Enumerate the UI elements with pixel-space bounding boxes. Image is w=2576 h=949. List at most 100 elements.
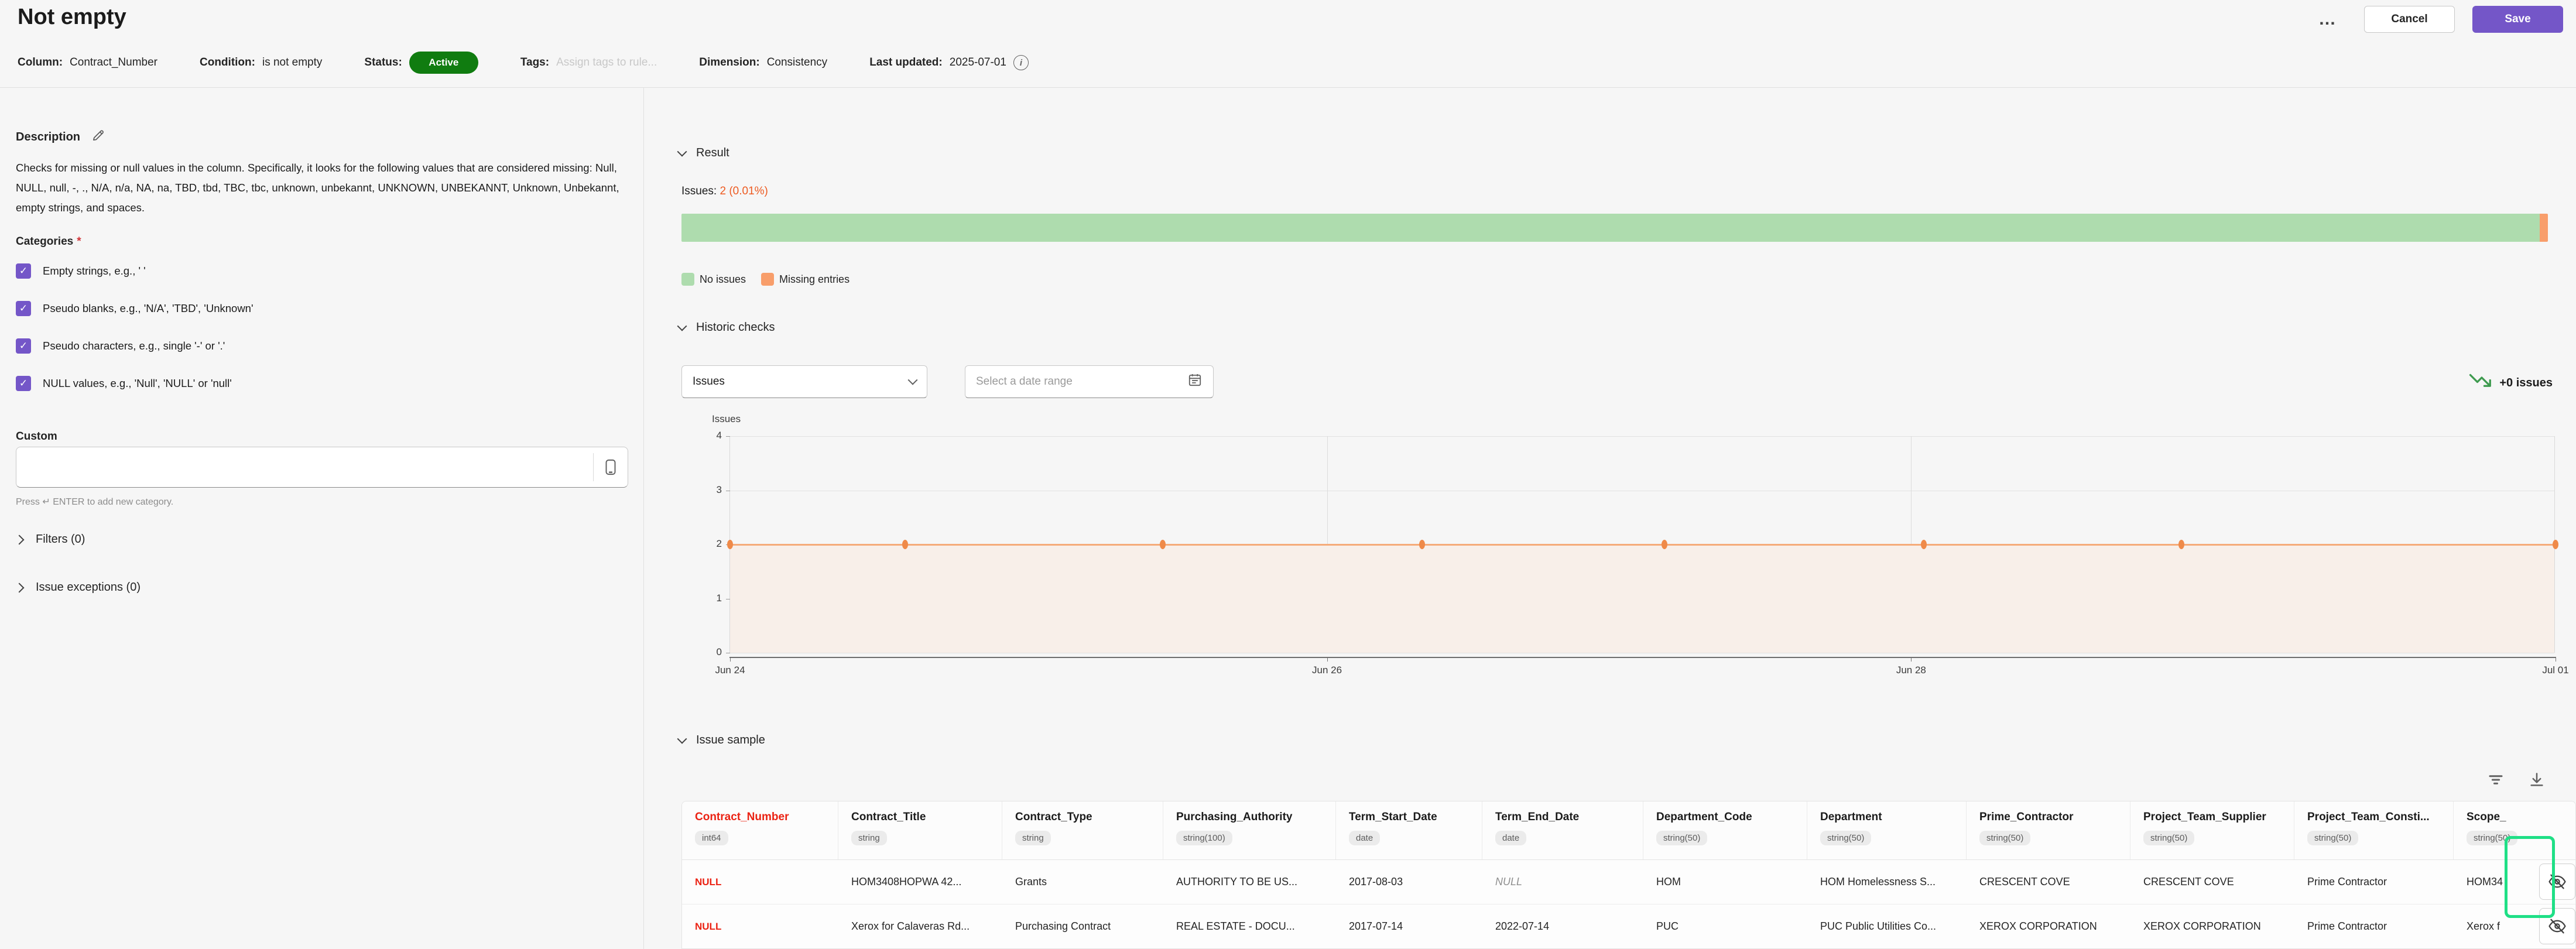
issue-exceptions-toggle[interactable]: Issue exceptions (0) — [16, 581, 141, 594]
column-name: Contract_Type — [1015, 811, 1163, 824]
legend-swatch — [681, 273, 694, 286]
column-type-badge: string(50) — [2467, 831, 2517, 845]
column-type-badge: string(50) — [2307, 831, 2358, 845]
eye-off-icon — [2547, 872, 2567, 892]
download-icon[interactable] — [2524, 767, 2550, 793]
data-point-marker — [1160, 540, 1166, 549]
pencil-icon[interactable] — [91, 128, 106, 146]
y-tick — [726, 436, 730, 437]
issues-summary: Issues: 2 (0.01%) — [681, 185, 768, 198]
table-cell: NULL — [1482, 860, 1643, 904]
category-checkbox[interactable]: ✓ — [16, 301, 31, 316]
x-axis-line — [729, 657, 2556, 658]
custom-category-field[interactable] — [16, 447, 593, 487]
data-point-marker — [2178, 540, 2184, 549]
custom-label: Custom — [16, 430, 57, 443]
data-point-marker — [2553, 540, 2558, 549]
save-button[interactable]: Save — [2472, 6, 2563, 33]
issues-value: 2 (0.01%) — [720, 185, 768, 197]
category-label: Empty strings, e.g., ' ' — [43, 265, 146, 277]
issue-sample-table: Contract_Numberint64Contract_Titlestring… — [681, 801, 2576, 949]
filter-icon[interactable] — [2483, 767, 2509, 793]
column-name: Department_Code — [1656, 811, 1807, 824]
category-row: ✓Pseudo characters, e.g., single '-' or … — [16, 338, 254, 354]
column-header[interactable]: Contract_Titlestring — [838, 801, 1002, 859]
table-cell: Grants — [1002, 860, 1163, 904]
custom-category-input[interactable] — [16, 447, 628, 488]
table-toolbar — [2483, 767, 2550, 793]
data-point-marker — [1419, 540, 1425, 549]
y-axis-title: Issues — [712, 413, 741, 425]
trend-summary: +0 issues — [2468, 372, 2553, 393]
more-options-button[interactable]: … — [2318, 6, 2337, 32]
category-checkbox[interactable]: ✓ — [16, 338, 31, 354]
column-type-badge: date — [1495, 831, 1526, 845]
column-name: Scope_ — [2467, 811, 2576, 824]
column-header[interactable]: Contract_Number int64 — [682, 801, 838, 859]
filters-section-toggle[interactable]: Filters (0) — [16, 533, 85, 546]
x-tick-label: Jun 24 — [715, 664, 745, 676]
chart-plot-area: 01234Jun 24Jun 26Jun 28Jul 01 — [729, 436, 2555, 653]
column-type-badge: string(50) — [1820, 831, 1871, 845]
metric-dropdown[interactable]: Issues — [681, 365, 927, 398]
historic-checks-toggle[interactable]: Historic checks — [679, 321, 775, 334]
x-tick-label: Jun 28 — [1896, 664, 1926, 676]
x-tick-label: Jun 26 — [1312, 664, 1342, 676]
series-area-fill — [730, 544, 2554, 653]
column-header[interactable]: Department string(50) — [1807, 801, 1967, 859]
meta-row: Column: Contract_Number Condition: is no… — [18, 52, 1029, 74]
column-header[interactable]: Term_End_Datedate — [1482, 801, 1643, 859]
required-asterisk: * — [77, 235, 81, 248]
table-cell: Purchasing Contract — [1002, 905, 1163, 948]
column-header[interactable]: Scope_ string(50) — [2454, 801, 2576, 859]
result-bar — [681, 214, 2548, 242]
y-tick-label: 3 — [697, 484, 722, 496]
category-label: Pseudo blanks, e.g., 'N/A', 'TBD', 'Unkn… — [43, 302, 254, 315]
column-header[interactable]: Project_Team_Supplierstring(50) — [2130, 801, 2294, 859]
column-header[interactable]: Department_Codestring(50) — [1643, 801, 1807, 859]
result-section-toggle[interactable]: Result — [679, 146, 729, 160]
tags-input[interactable]: Assign tags to rule... — [556, 56, 657, 69]
header: Not empty … Cancel Save Column: Contract… — [0, 0, 2576, 88]
y-tick-label: 1 — [697, 592, 722, 604]
header-actions: … Cancel Save — [2318, 6, 2563, 33]
y-tick-label: 2 — [697, 538, 722, 550]
cancel-button[interactable]: Cancel — [2364, 6, 2455, 33]
clipboard-icon[interactable] — [594, 447, 628, 487]
column-name: Contract_Number — [695, 811, 838, 824]
column-header[interactable]: Purchasing_Authoritystring(100) — [1163, 801, 1336, 859]
table-row: NULLHOM3408HOPWA 42...GrantsAUTHORITY TO… — [682, 860, 2575, 905]
description-text: Checks for missing or null values in the… — [16, 158, 620, 218]
legend-label: No issues — [700, 273, 746, 286]
column-header[interactable]: Contract_Typestring — [1002, 801, 1163, 859]
table-cell: XEROX CORPORATION — [2130, 905, 2294, 948]
column-header[interactable]: Project_Team_Consti...string(50) — [2294, 801, 2454, 859]
table-cell: XEROX CORPORATION — [1967, 905, 2130, 948]
column-type-badge: int64 — [695, 831, 728, 845]
legend-item: Missing entries — [761, 273, 849, 286]
eye-off-button[interactable] — [2539, 864, 2575, 900]
category-checkbox[interactable]: ✓ — [16, 376, 31, 391]
column-header[interactable]: Prime_Contractorstring(50) — [1967, 801, 2130, 859]
info-icon[interactable]: i — [1013, 55, 1029, 70]
table-cell: HOM — [1643, 860, 1807, 904]
column-name: Contract_Title — [851, 811, 1002, 824]
eye-off-button[interactable] — [2539, 908, 2575, 944]
issue-sample-toggle[interactable]: Issue sample — [679, 734, 765, 747]
column-type-badge: string(50) — [1979, 831, 2030, 845]
y-gridline — [730, 436, 2554, 437]
column-name: Purchasing_Authority — [1176, 811, 1335, 824]
table-cell: CRESCENT COVE — [2130, 860, 2294, 904]
column-name: Term_End_Date — [1495, 811, 1643, 824]
table-cell: NULL — [682, 860, 838, 904]
table-cell: Prime Contractor — [2294, 860, 2454, 904]
eye-off-icon — [2547, 916, 2567, 936]
column-name: Department — [1820, 811, 1966, 824]
category-checkbox[interactable]: ✓ — [16, 263, 31, 279]
status-badge[interactable]: Active — [409, 52, 478, 74]
column-header[interactable]: Term_Start_Datedate — [1336, 801, 1482, 859]
data-point-marker — [727, 540, 733, 549]
date-range-picker[interactable]: Select a date range — [965, 365, 1214, 398]
column-name: Project_Team_Supplier — [2143, 811, 2294, 824]
chevron-right-icon — [15, 583, 25, 592]
